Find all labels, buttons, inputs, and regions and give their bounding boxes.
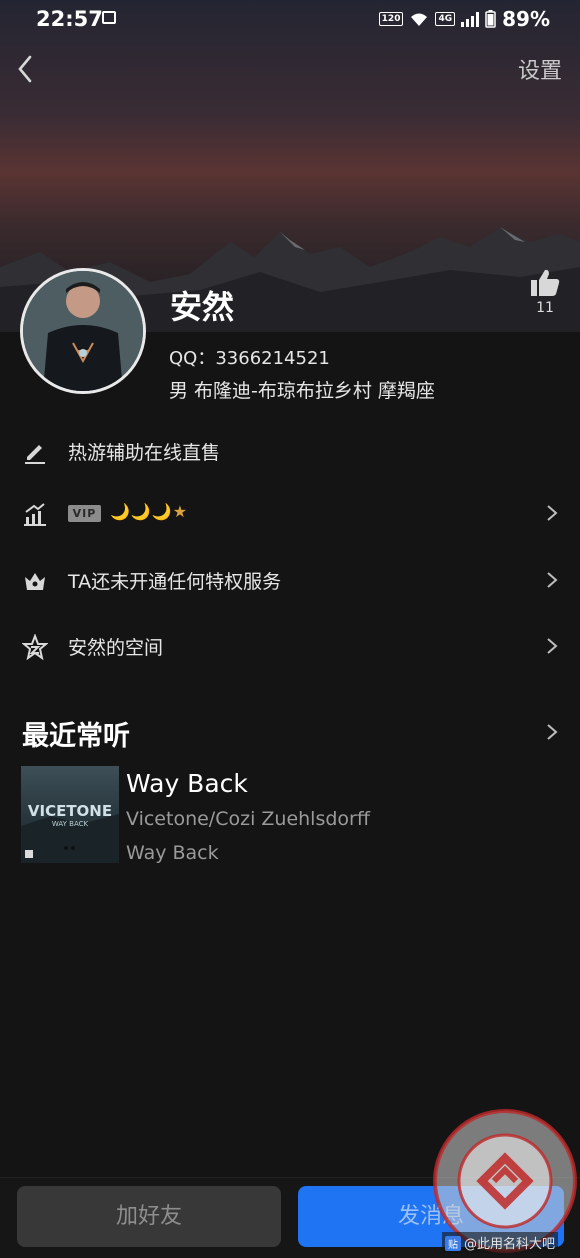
privilege-text: TA还未开通任何特权服务 (68, 571, 282, 593)
back-button[interactable] (12, 52, 42, 86)
album-title-text: WAY BACK (51, 820, 89, 828)
thumbs-up-icon (531, 269, 560, 296)
vip-level-icons: 🌙🌙🌙★ (110, 502, 189, 521)
song-title[interactable]: Way Back (126, 769, 248, 798)
chevron-right-icon (547, 572, 558, 588)
vip-row[interactable]: VIP 🌙🌙🌙★ (0, 488, 580, 538)
settings-button[interactable]: 设置 (518, 53, 562, 85)
signature-row[interactable]: 热游辅助在线直售 (0, 426, 580, 476)
hd-badge: 120 (378, 12, 404, 26)
wifi-icon (411, 13, 428, 26)
pencil-icon (25, 445, 45, 464)
avatar[interactable] (20, 268, 146, 394)
like-count: 11 (536, 300, 554, 316)
vip-badge: VIP (68, 505, 101, 522)
space-text: 安然的空间 (68, 637, 164, 659)
battery-level: 89% (502, 7, 550, 31)
album-cover[interactable]: VICETONE WAY BACK (21, 766, 119, 863)
signature-text: 热游辅助在线直售 (68, 442, 221, 464)
tieba-watermark-text: @此用名科大吧 (464, 1237, 556, 1252)
nickname: 安然 (170, 288, 235, 326)
space-row[interactable]: 安然的空间 (0, 621, 580, 671)
network-type: 4G (435, 12, 456, 26)
album-artist-text: VICETONE (27, 802, 113, 820)
chevron-right-icon (547, 638, 558, 654)
qzone-star-icon (22, 634, 48, 660)
status-bar: 22:57 120 4G 89% (0, 0, 580, 40)
signal-icon (461, 11, 480, 27)
like-button[interactable]: 11 (528, 268, 562, 316)
recent-listening-title: 最近常听 (22, 721, 130, 752)
battery-icon (485, 10, 496, 28)
image-notification-icon (102, 11, 116, 24)
song-artist: Vicetone/Cozi Zuehlsdorff (126, 808, 370, 830)
status-indicators: 120 4G 89% (378, 7, 550, 31)
song-album: Way Back (126, 842, 219, 864)
qq-number: QQ：3366214521 (169, 348, 330, 369)
crown-icon (25, 573, 45, 590)
chevron-right-icon[interactable] (544, 722, 560, 742)
chevron-right-icon (547, 505, 558, 521)
chevron-left-icon (18, 55, 32, 83)
tieba-badge: 贴 (445, 1236, 461, 1251)
tieba-watermark: 贴 @此用名科大吧 (442, 1232, 559, 1253)
profile-info: 男 布隆迪-布琼布拉乡村 摩羯座 (169, 380, 435, 402)
level-up-icon (24, 503, 46, 526)
avatar-photo (23, 271, 143, 391)
privilege-row[interactable]: TA还未开通任何特权服务 (0, 555, 580, 605)
status-time: 22:57 (36, 7, 103, 31)
add-friend-button[interactable]: 加好友 (17, 1186, 281, 1247)
